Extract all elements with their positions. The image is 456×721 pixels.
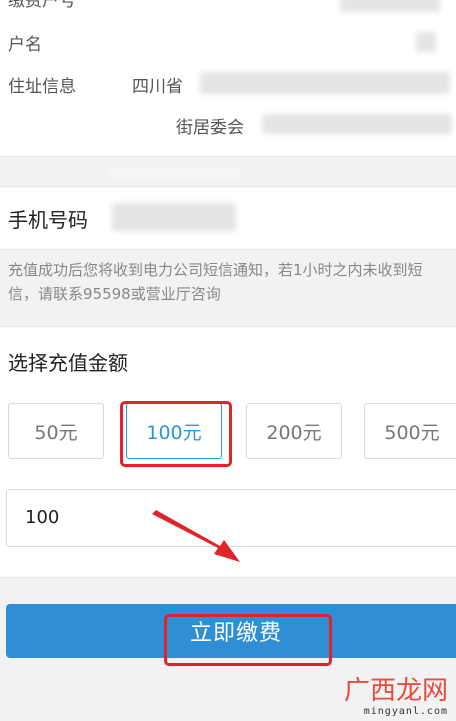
masked-address-line-1	[200, 72, 450, 94]
amount-option-500[interactable]: 500元	[364, 403, 456, 459]
address-line-1: 四川省	[132, 77, 183, 97]
address-line-2: 街居委会	[176, 118, 244, 138]
red-arrow-icon	[152, 510, 240, 562]
masked-phone-number	[112, 203, 236, 231]
phone-label: 手机号码	[8, 208, 88, 232]
masked-address-line-2	[262, 114, 452, 134]
account-name-label: 户名	[8, 35, 42, 55]
masked-account-name	[416, 32, 436, 52]
watermark-logo-text: 广西龙网	[343, 676, 448, 706]
account-number-label: 缴费户号	[8, 0, 76, 11]
amount-title: 选择充值金额	[8, 351, 128, 375]
account-info-section: 缴费户号 户名 住址信息 四川省 街居委会	[0, 0, 456, 157]
watermark: 广西龙网 mingyanl.com	[344, 676, 448, 717]
highlight-box-amount	[120, 401, 232, 467]
address-label: 住址信息	[8, 77, 76, 97]
separator-smudge	[110, 168, 240, 180]
masked-account-number	[340, 0, 440, 12]
phone-section: 手机号码	[0, 186, 456, 250]
amount-option-50[interactable]: 50元	[8, 403, 104, 459]
highlight-box-pay	[164, 614, 332, 666]
watermark-url: mingyanl.com	[363, 706, 448, 717]
sms-notice: 充值成功后您将收到电力公司短信通知，若1小时之内未收到短信，请联系95598或营…	[8, 261, 423, 303]
amount-option-200[interactable]: 200元	[246, 403, 342, 459]
